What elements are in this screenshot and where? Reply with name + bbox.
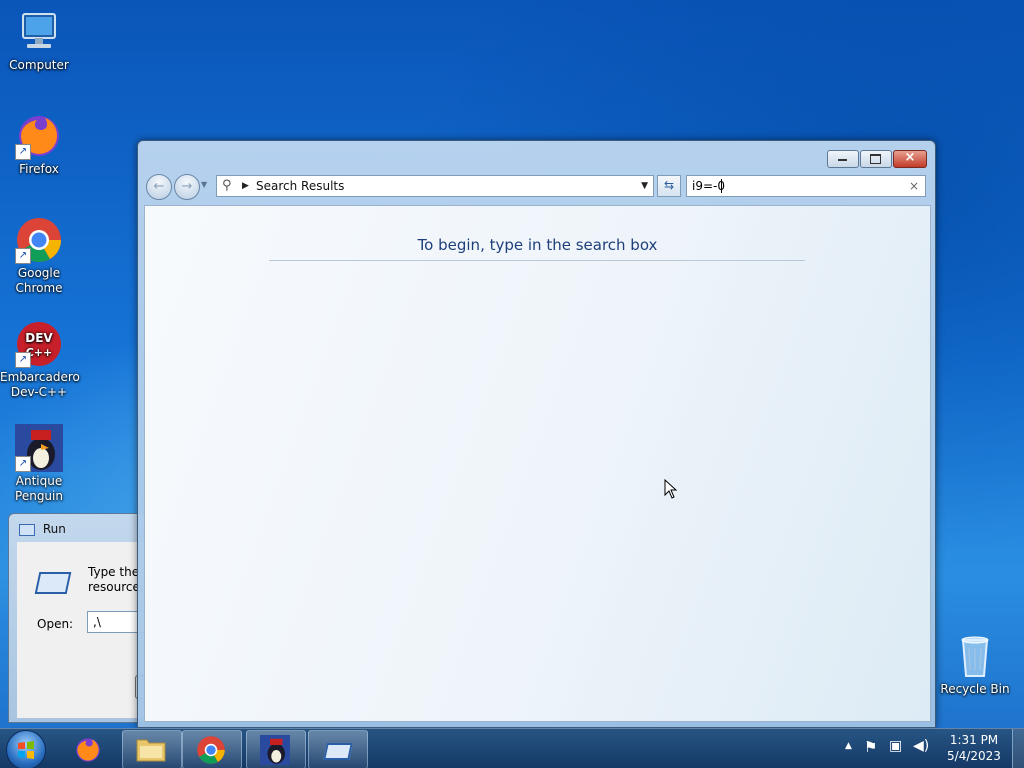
firefox-icon [76, 738, 100, 762]
penguin-icon [260, 735, 290, 765]
desktop-icon-devcpp[interactable]: DEV C++ ↗ Embarcadero Dev-C++ [0, 320, 80, 400]
taskbar-windows-explorer[interactable] [122, 730, 182, 768]
run-program-icon [323, 743, 353, 760]
clock-date: 5/4/2023 [947, 749, 1001, 763]
shortcut-arrow-icon: ↗ [15, 144, 31, 160]
text-cursor [721, 179, 722, 193]
firefox-icon: ↗ [15, 112, 63, 160]
search-icon: ⚲ [222, 178, 232, 193]
explorer-window[interactable]: × ← → ▼ ⚲ ▶ Search Results ▼ ⇆ i9=-0 × T… [137, 140, 936, 728]
taskbar: ▲ ⚑ ▣ ◀) 1:31 PM 5/4/2023 [0, 728, 1024, 768]
maximize-button[interactable] [860, 150, 892, 168]
desktop-icon-computer[interactable]: Computer [0, 8, 78, 73]
forward-arrow-icon: → [181, 179, 193, 194]
breadcrumb-arrow-icon[interactable]: ▶ [242, 176, 249, 196]
search-results-pane[interactable]: To begin, type in the search box [144, 205, 931, 722]
network-icon[interactable]: ▣ [889, 738, 902, 754]
message-divider [269, 260, 805, 261]
clock-time: 1:31 PM [949, 733, 999, 747]
desktop-icon-label: Embarcadero Dev-C++ [0, 370, 80, 399]
desktop-icon-label: Recycle Bin [940, 682, 1010, 696]
close-button[interactable]: × [893, 150, 927, 168]
refresh-icon: ⇆ [663, 178, 675, 192]
show-hidden-icons-button[interactable]: ▲ [845, 741, 852, 751]
minimize-button[interactable] [827, 150, 859, 168]
desktop-icon-label: Firefox [19, 162, 59, 176]
close-icon: × [904, 150, 916, 165]
desktop-icon-recycle-bin[interactable]: Recycle Bin [936, 632, 1014, 697]
empty-search-message: To begin, type in the search box [417, 236, 658, 254]
chrome-icon: ↗ [15, 216, 63, 264]
taskbar-run[interactable] [308, 730, 368, 768]
forward-button[interactable]: → [174, 174, 200, 200]
run-dialog-body: Type the n resource, a Open: ,\ [17, 542, 149, 718]
taskbar-google-chrome[interactable] [182, 730, 242, 768]
breadcrumb[interactable]: Search Results [256, 176, 344, 196]
chrome-icon [197, 736, 225, 764]
run-dialog[interactable]: Run Type the n resource, a Open: ,\ [8, 513, 150, 723]
taskbar-firefox[interactable] [62, 731, 116, 767]
devcpp-icon: DEV C++ ↗ [15, 320, 63, 368]
maximize-icon [870, 154, 881, 164]
shortcut-arrow-icon: ↗ [15, 456, 31, 472]
show-desktop-button[interactable] [1012, 729, 1024, 768]
minimize-icon [838, 159, 847, 161]
folder-icon [136, 739, 166, 762]
recycle-bin-icon [951, 632, 999, 680]
run-app-icon [19, 523, 35, 536]
refresh-button[interactable]: ⇆ [657, 175, 681, 197]
back-arrow-icon: ← [153, 179, 165, 194]
address-bar[interactable]: ⚲ ▶ Search Results ▼ [216, 175, 654, 197]
shortcut-arrow-icon: ↗ [15, 352, 31, 368]
shortcut-arrow-icon: ↗ [15, 248, 31, 264]
penguin-icon: ↗ [15, 424, 63, 472]
mouse-pointer-icon [664, 479, 678, 499]
volume-icon[interactable]: ◀) [913, 738, 929, 754]
back-button[interactable]: ← [146, 174, 172, 200]
windows-logo-icon [18, 741, 34, 759]
action-center-flag-icon[interactable]: ⚑ [864, 738, 877, 756]
recent-pages-dropdown[interactable]: ▼ [201, 180, 207, 189]
desktop-icon-chrome[interactable]: ↗ Google Chrome [0, 216, 78, 296]
computer-icon [15, 8, 63, 56]
desktop-icon-label: Computer [9, 58, 69, 72]
run-dialog-title: Run [42, 522, 66, 536]
taskbar-antique-penguin[interactable] [246, 730, 306, 768]
desktop-icon-antique-penguin[interactable]: ↗ Antique Penguin [0, 424, 78, 504]
desktop-icon-firefox[interactable]: ↗ Firefox [0, 112, 78, 177]
run-program-icon [34, 572, 72, 594]
start-button[interactable] [6, 730, 46, 768]
navigation-bar: ← → ▼ ⚲ ▶ Search Results ▼ ⇆ i9=-0 × [146, 174, 927, 200]
open-label: Open: [37, 617, 74, 631]
clock[interactable]: 1:31 PM 5/4/2023 [944, 733, 1004, 763]
search-box[interactable]: i9=-0 × [686, 175, 926, 197]
clear-search-icon[interactable]: × [909, 176, 919, 196]
desktop-icon-label: Google Chrome [15, 266, 63, 295]
desktop-icon-label: Antique Penguin [15, 474, 63, 503]
address-dropdown-icon[interactable]: ▼ [641, 176, 648, 196]
svg-text:DEV: DEV [25, 331, 53, 345]
